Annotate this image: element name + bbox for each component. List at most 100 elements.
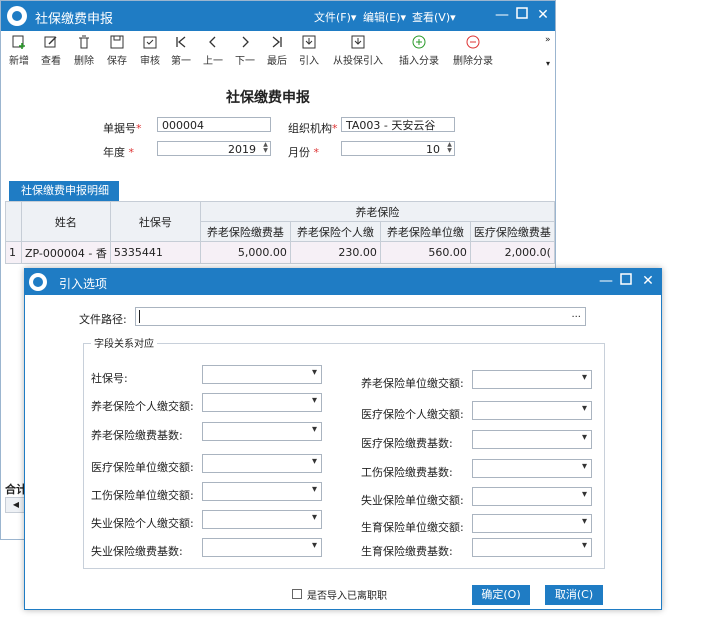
browse-button[interactable]: ... <box>571 309 581 320</box>
save-icon <box>110 35 124 49</box>
last-button[interactable]: 最后 <box>265 35 289 67</box>
import-button[interactable]: 引入 <box>297 35 321 67</box>
grid-corner <box>5 201 22 242</box>
save-button[interactable]: 保存 <box>105 35 129 67</box>
cell-ssn[interactable]: 5335441 <box>109 241 201 264</box>
plus-circle-icon <box>412 35 426 49</box>
new-button[interactable]: 新增 <box>7 35 31 67</box>
grid-header-medical-base[interactable]: 医疗保险缴费基 <box>469 221 555 242</box>
delete-entry-button[interactable]: 删除分录 <box>451 35 495 67</box>
map-label-left-5: 失业保险个人缴交额: <box>91 517 194 530</box>
main-window-title: 社保缴费申报 <box>35 12 114 27</box>
dialog-maximize-icon[interactable] <box>619 273 633 289</box>
file-path-label: 文件路径: <box>79 313 127 326</box>
month-spinner-icon[interactable]: ▲ ▼ <box>445 142 454 155</box>
grid-header-pension-company[interactable]: 养老保险单位缴 <box>379 221 471 242</box>
map-label-right-0: 养老保险单位缴交额: <box>361 377 464 390</box>
import-resigned-label: 是否导入已离职职 <box>307 591 387 602</box>
import-resigned-checkbox[interactable] <box>292 589 302 599</box>
cell-name[interactable]: ZP-000004 - 香 <box>21 241 111 264</box>
chevron-right-icon <box>242 36 249 48</box>
delete-button[interactable]: 删除 <box>72 35 96 67</box>
map-select-unemployment-base[interactable] <box>202 538 322 557</box>
grid-header-pension-base[interactable]: 养老保险缴费基 <box>199 221 291 242</box>
grid-header-ssn[interactable]: 社保号 <box>109 201 201 242</box>
map-select-unemployment-company[interactable] <box>472 487 592 506</box>
map-label-right-4: 失业保险单位缴交额: <box>361 494 464 507</box>
audit-button[interactable]: 审核 <box>138 35 162 67</box>
row-index: 1 <box>5 241 22 264</box>
first-button[interactable]: 第一 <box>169 35 193 67</box>
last-icon <box>272 36 282 48</box>
org-input[interactable]: TA003 - 天安云谷 <box>341 117 455 132</box>
map-label-left-1: 养老保险个人缴交额: <box>91 400 194 413</box>
toolbar-dropdown-icon[interactable]: ▾ <box>546 59 550 68</box>
import-from-insurance-button[interactable]: 从投保引入 <box>331 35 385 67</box>
year-label: 年度 * <box>103 146 134 159</box>
detail-tabstrip: 社保缴费申报明细 <box>5 179 555 203</box>
map-select-medical-base[interactable] <box>472 430 592 449</box>
org-label: 组织机构* <box>288 122 338 135</box>
grid-header-pension-group: 养老保险 <box>199 201 555 222</box>
prev-button[interactable]: 上一 <box>201 35 225 67</box>
menu-file[interactable]: 文件(F)▾ <box>314 9 356 25</box>
minimize-icon[interactable]: — <box>495 7 509 23</box>
year-spinner-icon[interactable]: ▲ ▼ <box>261 142 270 155</box>
map-select-ssn[interactable] <box>202 365 322 384</box>
map-select-unemployment-personal[interactable] <box>202 510 322 529</box>
map-label-right-2: 医疗保险缴费基数: <box>361 437 453 450</box>
menu-view[interactable]: 查看(V)▾ <box>412 9 456 25</box>
toolbar: 新增 查看 删除 保存 审核 第一 上一 下一 最后 引入 从投保引入 插入分录… <box>1 31 555 71</box>
edit-icon <box>44 36 57 48</box>
next-button[interactable]: 下一 <box>233 35 257 67</box>
map-label-left-0: 社保号: <box>91 372 128 385</box>
new-icon <box>12 35 25 49</box>
map-label-left-6: 失业保险缴费基数: <box>91 545 183 558</box>
grid-header-name[interactable]: 姓名 <box>21 201 111 242</box>
audit-icon <box>143 36 157 49</box>
map-select-injury-base[interactable] <box>472 459 592 478</box>
map-select-medical-company[interactable] <box>202 454 322 473</box>
maximize-icon[interactable] <box>515 7 529 23</box>
cancel-button[interactable]: 取消(C) <box>545 585 603 605</box>
map-select-medical-personal[interactable] <box>472 401 592 420</box>
cell-pension-personal[interactable]: 230.00 <box>289 241 381 264</box>
insert-entry-button[interactable]: 插入分录 <box>397 35 441 67</box>
chevron-left-icon <box>209 36 216 48</box>
dialog-close-icon[interactable]: ✕ <box>641 273 655 289</box>
map-label-left-2: 养老保险缴费基数: <box>91 429 183 442</box>
bill-no-input[interactable]: 000004 <box>157 117 271 132</box>
map-select-injury-company[interactable] <box>202 482 322 501</box>
detail-grid: 姓名 社保号 养老保险 养老保险缴费基 养老保险个人缴 养老保险单位缴 医疗保险… <box>5 201 555 264</box>
view-button[interactable]: 查看 <box>39 35 63 67</box>
table-row[interactable]: 1 ZP-000004 - 香 5335441 5,000.00 230.00 … <box>5 241 555 264</box>
map-select-maternity-company[interactable] <box>472 514 592 533</box>
grid-header-pension-personal[interactable]: 养老保险个人缴 <box>289 221 381 242</box>
ok-button[interactable]: 确定(O) <box>472 585 530 605</box>
dialog-minimize-icon[interactable]: — <box>599 273 613 289</box>
map-label-right-3: 工伤保险缴费基数: <box>361 466 453 479</box>
bill-no-label: 单据号* <box>103 122 142 135</box>
dialog-logo-icon <box>29 273 47 291</box>
cell-pension-company[interactable]: 560.00 <box>379 241 471 264</box>
menu-edit[interactable]: 编辑(E)▾ <box>363 9 406 25</box>
month-label: 月份 * <box>288 146 319 159</box>
month-input[interactable]: 10 ▲ ▼ <box>341 141 455 156</box>
map-select-maternity-base[interactable] <box>472 538 592 557</box>
map-label-right-5: 生育保险单位缴交额: <box>361 521 464 534</box>
year-input[interactable]: 2019 ▲ ▼ <box>157 141 271 156</box>
trash-icon <box>79 35 89 49</box>
map-select-pension-personal[interactable] <box>202 393 322 412</box>
cell-medical-base[interactable]: 2,000.0( <box>469 241 555 264</box>
map-label-left-4: 工伤保险单位缴交额: <box>91 489 194 502</box>
import-options-dialog: 引入选项 — ✕ 文件路径: ... 字段关系对应 社保号: 养老保险个人缴交额… <box>24 268 662 610</box>
toolbar-overflow-icon[interactable]: » <box>545 35 551 45</box>
tab-detail[interactable]: 社保缴费申报明细 <box>9 181 119 201</box>
minus-circle-icon <box>466 35 480 49</box>
map-select-pension-base[interactable] <box>202 422 322 441</box>
dialog-titlebar: 引入选项 — ✕ <box>25 269 661 295</box>
close-icon[interactable]: ✕ <box>536 7 550 23</box>
cell-pension-base[interactable]: 5,000.00 <box>199 241 291 264</box>
map-select-pension-company[interactable] <box>472 370 592 389</box>
file-path-input[interactable]: ... <box>135 307 586 326</box>
